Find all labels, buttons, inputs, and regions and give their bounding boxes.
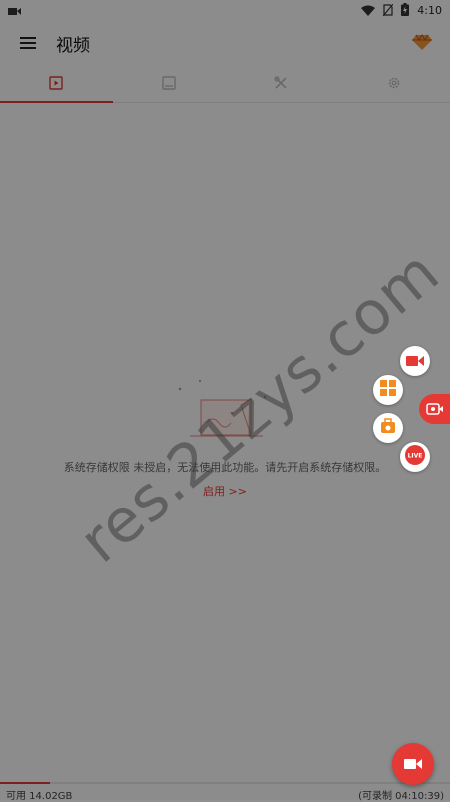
- video-camera-icon: [406, 352, 424, 371]
- bubble-main-toggle[interactable]: [419, 394, 450, 424]
- bubble-tools-button[interactable]: [373, 375, 403, 405]
- bubble-record-button[interactable]: [400, 346, 430, 376]
- video-camera-icon: [404, 755, 422, 774]
- toolbox-icon: [380, 418, 396, 438]
- start-recording-fab[interactable]: [392, 743, 434, 785]
- live-badge-icon: LIVE: [405, 445, 425, 469]
- live-label: LIVE: [408, 453, 423, 460]
- bubble-screenshot-button[interactable]: [373, 413, 403, 443]
- grid-tools-icon: [380, 380, 396, 400]
- bubble-live-button[interactable]: LIVE: [400, 442, 430, 472]
- camcorder-icon: [426, 400, 444, 419]
